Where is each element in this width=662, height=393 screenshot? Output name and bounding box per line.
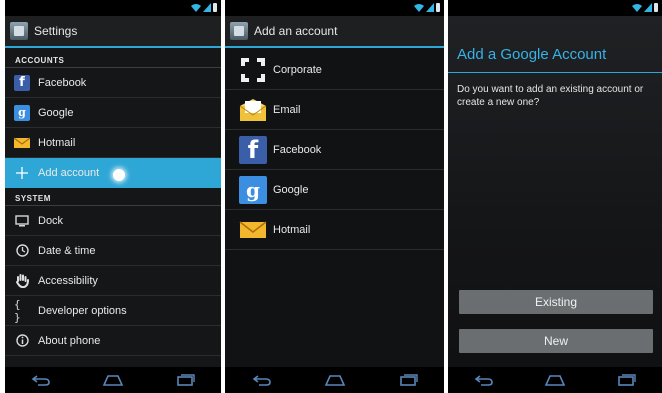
page-title: Settings (34, 24, 78, 38)
plus-icon (14, 165, 30, 181)
battery-icon (213, 3, 217, 12)
signal-icon (644, 3, 652, 12)
wifi-icon (632, 4, 642, 12)
account-type-list: Corporate Email f Facebook g Google Hotm… (225, 50, 444, 250)
section-header-system: SYSTEM (5, 188, 221, 206)
home-icon[interactable] (544, 373, 566, 387)
settings-item-label: Add account (38, 166, 100, 179)
back-icon[interactable] (30, 373, 52, 387)
hand-icon (14, 273, 30, 289)
settings-screen: Settings ACCOUNTS f Facebook g Google Ho… (5, 0, 221, 393)
settings-item-facebook[interactable]: f Facebook (5, 68, 221, 98)
account-type-corporate[interactable]: Corporate (225, 50, 444, 90)
info-icon (14, 333, 30, 349)
page-title: Add an account (254, 24, 338, 38)
new-button[interactable]: New (459, 329, 653, 353)
account-type-google[interactable]: g Google (225, 170, 444, 210)
home-icon[interactable] (324, 373, 346, 387)
settings-item-label: About phone (38, 334, 101, 347)
wifi-icon (414, 4, 424, 12)
settings-item-about-phone[interactable]: About phone (5, 326, 221, 356)
settings-item-label: Google (38, 106, 74, 119)
status-bar (225, 0, 444, 16)
recent-apps-icon[interactable] (174, 373, 196, 387)
section-header-accounts: ACCOUNTS (5, 50, 221, 68)
account-type-label: Facebook (273, 143, 322, 156)
email-icon (239, 96, 267, 124)
settings-list: ACCOUNTS f Facebook g Google Hotmail Add… (5, 50, 221, 356)
status-bar (5, 0, 221, 16)
account-type-hotmail[interactable]: Hotmail (225, 210, 444, 250)
touch-indicator (113, 169, 125, 181)
recent-apps-icon[interactable] (615, 373, 637, 387)
hotmail-icon (14, 135, 30, 151)
corporate-icon (239, 56, 267, 84)
google-account-screen: Add a Google Account Do you want to add … (448, 0, 662, 393)
settings-item-label: Hotmail (38, 136, 76, 149)
facebook-icon: f (14, 74, 30, 91)
signal-icon (203, 3, 211, 12)
recent-apps-icon[interactable] (397, 373, 419, 387)
navigation-bar (5, 367, 221, 393)
add-account-action-bar: Add an account (225, 16, 444, 48)
back-icon[interactable] (251, 373, 273, 387)
battery-icon (436, 3, 440, 12)
navigation-bar (448, 367, 662, 393)
settings-item-label: Facebook (38, 76, 87, 89)
hotmail-icon (239, 216, 267, 244)
account-type-label: Email (273, 103, 301, 116)
google-icon: g (14, 104, 30, 121)
existing-button[interactable]: Existing (459, 290, 653, 314)
settings-action-bar: Settings (5, 16, 221, 48)
wifi-icon (191, 4, 201, 12)
page-title: Add a Google Account (457, 46, 607, 63)
settings-item-label: Developer options (38, 304, 127, 317)
settings-app-icon[interactable] (10, 22, 28, 40)
account-type-email[interactable]: Email (225, 90, 444, 130)
account-type-label: Corporate (273, 63, 322, 76)
settings-item-google[interactable]: g Google (5, 98, 221, 128)
settings-item-label: Dock (38, 214, 64, 227)
title-divider (448, 72, 662, 73)
home-icon[interactable] (102, 373, 124, 387)
facebook-icon: f (239, 135, 267, 164)
signal-icon (426, 3, 434, 12)
settings-item-dock[interactable]: Dock (5, 206, 221, 236)
clock-icon (14, 243, 30, 259)
battery-icon (654, 3, 658, 12)
settings-item-accessibility[interactable]: Accessibility (5, 266, 221, 296)
settings-item-label: Date & time (38, 244, 96, 257)
settings-item-date-time[interactable]: Date & time (5, 236, 221, 266)
account-type-label: Hotmail (273, 223, 311, 236)
google-icon: g (239, 175, 267, 204)
add-account-screen: Add an account Corporate Email f Faceboo… (225, 0, 444, 393)
account-type-label: Google (273, 183, 309, 196)
settings-app-icon[interactable] (230, 22, 248, 40)
back-icon[interactable] (473, 373, 495, 387)
settings-item-add-account[interactable]: Add account (5, 158, 221, 188)
settings-item-hotmail[interactable]: Hotmail (5, 128, 221, 158)
status-bar (448, 0, 662, 16)
account-type-facebook[interactable]: f Facebook (225, 130, 444, 170)
settings-item-developer-options[interactable]: { } Developer options (5, 296, 221, 326)
prompt-text: Do you want to add an existing account o… (457, 84, 644, 108)
navigation-bar (225, 367, 444, 393)
dock-icon (14, 213, 30, 229)
braces-icon: { } (14, 297, 21, 324)
settings-item-label: Accessibility (38, 274, 98, 287)
